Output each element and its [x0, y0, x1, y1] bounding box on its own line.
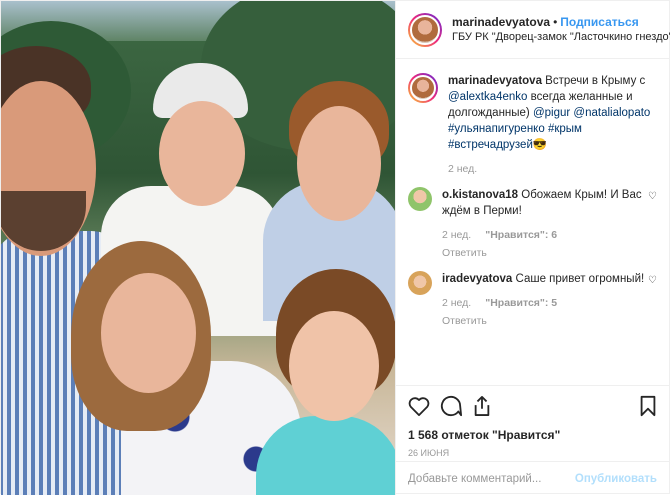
child-face — [289, 311, 379, 421]
likes-number: 1 568 — [408, 428, 439, 442]
mention-natalialopato[interactable]: @natalialopato — [573, 107, 650, 119]
post-photo[interactable] — [1, 1, 395, 495]
reply-button[interactable]: Ответить — [442, 245, 648, 261]
comment-time[interactable]: 2 нед. — [442, 227, 471, 243]
comment-item: o.kistanova18 Обожаем Крым! И Вас ждём в… — [408, 187, 657, 261]
hashtag-ulyanapigurenko[interactable]: #ульянапигуренко — [448, 123, 545, 135]
older-man-face — [159, 101, 245, 206]
comment-input[interactable]: Добавьте комментарий... — [408, 473, 575, 485]
comment-likes[interactable]: "Нравится": 6 — [485, 227, 557, 243]
comment-meta: 2 нед. "Нравится": 5 — [442, 295, 644, 311]
author-avatar[interactable] — [408, 12, 442, 47]
hashtag-krym[interactable]: #крым — [548, 123, 582, 135]
caption-avatar-image — [410, 75, 436, 101]
caption-text-1: Встречи в Крыму с — [541, 75, 646, 87]
like-heart-icon[interactable] — [408, 396, 430, 421]
comment-bubble-icon[interactable] — [440, 395, 462, 422]
separator-dot: • — [553, 15, 558, 29]
comment-text: Саше привет огромный! — [512, 273, 645, 285]
location-link[interactable]: ГБУ РК "Дворец-замок "Ласточкино гнездо"… — [452, 30, 670, 45]
caption-body: marinadevyatova Встречи в Крыму с @alext… — [448, 73, 657, 177]
post-side-panel: marinadevyatova • Подписаться ГБУ РК "Двор… — [395, 1, 670, 495]
hashtag-vstrechadruzey[interactable]: #встречадрузей — [448, 139, 533, 151]
post-date[interactable]: 26 июня — [408, 448, 657, 458]
caption-time[interactable]: 2 нед. — [448, 161, 477, 177]
comment-time[interactable]: 2 нед. — [442, 295, 471, 311]
add-comment-bar: Добавьте комментарий... Опубликовать — [396, 461, 669, 495]
bookmark-icon[interactable] — [639, 395, 657, 422]
comment-avatar[interactable] — [408, 187, 432, 211]
comment-username[interactable]: o.kistanova18 — [442, 189, 518, 201]
reply-button[interactable]: Ответить — [442, 313, 644, 329]
likes-label: отметок "Нравится" — [438, 428, 561, 442]
comment-avatar[interactable] — [408, 271, 432, 295]
comment-like-heart-icon[interactable]: ♡ — [648, 271, 657, 329]
caption-avatar[interactable] — [408, 73, 438, 103]
caption-meta: 2 нед. — [448, 161, 657, 177]
caption-username[interactable]: marinadevyatova — [448, 75, 542, 87]
likes-count[interactable]: 1 568 отметок "Нравится" — [408, 428, 657, 442]
mention-alextka4enko[interactable]: @alextka4enko — [448, 91, 527, 103]
young-woman-face — [101, 273, 196, 393]
comment-body: iradevyatova Саше привет огромный! 2 нед… — [442, 271, 644, 329]
action-icons — [408, 394, 657, 422]
follow-button[interactable]: Подписаться — [560, 15, 638, 29]
comments-section[interactable]: marinadevyatova Встречи в Крыму с @alext… — [396, 59, 669, 385]
author-username[interactable]: marinadevyatova — [452, 15, 550, 29]
instagram-post: marinadevyatova • Подписаться ГБУ РК "Двор… — [0, 0, 670, 495]
comment-like-heart-icon[interactable]: ♡ — [648, 187, 657, 261]
header-text: marinadevyatova • Подписаться ГБУ РК "Двор… — [452, 14, 670, 45]
comment-meta: 2 нед. "Нравится": 6 — [442, 227, 648, 243]
post-header: marinadevyatova • Подписаться ГБУ РК "Двор… — [396, 1, 670, 59]
comment-body: o.kistanova18 Обожаем Крым! И Вас ждём в… — [442, 187, 648, 261]
caption-entry: marinadevyatova Встречи в Крыму с @alext… — [408, 73, 657, 177]
author-avatar-image — [410, 14, 440, 45]
post-actions: 1 568 отметок "Нравится" 26 июня — [396, 385, 669, 461]
publish-button[interactable]: Опубликовать — [575, 473, 657, 485]
comment-username[interactable]: iradevyatova — [442, 273, 512, 285]
comment-item: iradevyatova Саше привет огромный! 2 нед… — [408, 271, 657, 329]
comment-likes[interactable]: "Нравится": 5 — [485, 295, 557, 311]
caption-emoji: 😎 — [532, 139, 548, 151]
mention-pigur[interactable]: @pigur — [533, 107, 570, 119]
share-icon[interactable] — [472, 395, 492, 422]
woman-right-face — [297, 106, 381, 221]
